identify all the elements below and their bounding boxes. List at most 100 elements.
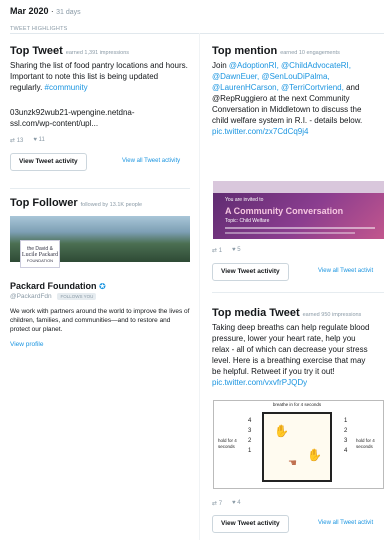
top-follower-title: Top Follower followed by 13.1K people	[10, 197, 142, 209]
mention-line1: Join @AdoptionRI, @ChildAdvocateRI,	[212, 60, 384, 71]
top-media-impressions: earned 950 impressions	[302, 312, 362, 318]
top-media-title: Top media Tweet earned 950 impressions	[212, 307, 361, 319]
column-divider	[199, 33, 200, 540]
follower-bio: We work with partners around the world t…	[10, 308, 190, 333]
count-2: 2	[344, 428, 348, 434]
count-3: 3	[344, 438, 348, 444]
mention-line5: Conversation in Middletown to discuss th…	[212, 105, 362, 114]
illus-right-count: 1 2 3 4	[344, 416, 347, 456]
mention-retweet-value: 1	[218, 248, 223, 254]
hand-icon: ✋	[307, 448, 322, 462]
retweet-count: ⇄ 13	[10, 137, 23, 144]
view-all-tweet-activity-link[interactable]: View all Tweet activity	[122, 158, 180, 164]
top-mention-title: Top mention earned 10 engagements	[212, 45, 340, 57]
illus-top-caption: breathe in for 4 seconds	[272, 402, 322, 407]
illus-left-caption: hold for 4 seconds	[218, 438, 237, 449]
period-days: 31 days	[56, 9, 81, 16]
media-line2: pressure, lower your heart rate, help yo…	[212, 334, 356, 343]
top-mention-engagements: earned 10 engagements	[280, 50, 340, 56]
media-line4: level. Here is a breathing exercise that…	[212, 356, 366, 365]
period-month: Mar 2020	[10, 6, 49, 16]
mention-join: Join	[212, 61, 229, 70]
breathing-square: ✋ ✋ ☚	[262, 412, 332, 482]
section-divider-right	[212, 292, 384, 293]
heart-icon: ♥	[232, 500, 236, 506]
community-conversation-image[interactable]: You are invited to A Community Conversat…	[213, 181, 384, 239]
follower-handle-row: @PackardFdn FOLLOWS YOU	[10, 293, 97, 300]
mention-line4: @RepRuggiero at the next Community	[212, 94, 350, 103]
like-count: ♥ 11	[33, 137, 44, 144]
promo-invited: You are invited to	[225, 197, 264, 203]
mention-retweet-count: ⇄ 1	[212, 247, 222, 254]
top-tweet-body: Sharing the list of food pantry location…	[10, 61, 188, 92]
view-tweet-activity-button[interactable]: View Tweet activity	[10, 153, 87, 171]
top-tweet-impressions: earned 1,391 impressions	[65, 50, 130, 56]
media-stats: ⇄ 7 ♥ 4	[212, 500, 241, 507]
count-4: 4	[344, 448, 348, 454]
media-view-tweet-activity-button[interactable]: View Tweet activity	[212, 515, 289, 533]
logo-line3: FOUNDATION	[26, 257, 54, 263]
period-sep: ·	[48, 6, 57, 16]
heart-icon: ♥	[33, 137, 37, 143]
media-pic-link[interactable]: pic.twitter.com/vxvfrPJQDy	[212, 378, 307, 387]
mention-view-tweet-activity-button[interactable]: View Tweet activity	[212, 263, 289, 281]
top-follower-title-text: Top Follower	[10, 197, 78, 209]
like-value: 11	[38, 137, 45, 143]
media-like-value: 4	[237, 500, 241, 506]
media-retweet-count: ⇄ 7	[212, 500, 222, 507]
mention-pic-link[interactable]: pic.twitter.com/zx7CdCq9j4	[212, 127, 308, 136]
follower-handle: @PackardFdn	[10, 293, 52, 300]
illus-right-caption: hold for 4 seconds	[356, 438, 375, 449]
promo-top-strip	[213, 181, 384, 193]
retweet-value: 13	[16, 138, 24, 144]
packard-logo-avatar[interactable]: the David & Lucile Packard FOUNDATION	[20, 240, 60, 268]
mention-view-all-link[interactable]: View all Tweet activit	[318, 268, 373, 274]
highlights-label: TWEET HIGHLIGHTS	[10, 26, 68, 32]
top-tweet-title: Top Tweet earned 1,391 impressions	[10, 45, 129, 57]
count-3: 3	[248, 428, 252, 434]
promo-topic: Topic: Child Welfare	[225, 218, 270, 224]
hashtag-community-link[interactable]: #community	[45, 83, 88, 92]
top-follower-followers: followed by 13.1K people	[80, 202, 143, 208]
top-mention-text: Join @AdoptionRI, @ChildAdvocateRI, @Daw…	[212, 60, 384, 137]
follower-name-text: Packard Foundation	[10, 281, 97, 291]
top-media-title-text: Top media Tweet	[212, 307, 300, 319]
media-line5: be helpful. Retweet if you try it out!	[212, 367, 335, 376]
top-tweet-url-line2[interactable]: ssl.com/wp-content/upl...	[10, 118, 98, 129]
media-view-all-link[interactable]: View all Tweet activit	[318, 520, 373, 526]
mention-handles-3[interactable]: @LaurenHCarson, @TerriCortvriend,	[212, 83, 344, 92]
follows-you-badge: FOLLOWS YOU	[57, 293, 97, 300]
follower-name[interactable]: Packard Foundation ✪	[10, 281, 106, 291]
top-tweet-url-line1[interactable]: 03unzk92wub21-wpengine.netdna-	[10, 107, 135, 118]
mention-and: and	[343, 83, 360, 92]
mention-handles-1[interactable]: @AdoptionRI, @ChildAdvocateRI,	[229, 61, 351, 70]
mention-like-value: 5	[237, 247, 241, 253]
media-line3: relax - all of which can decrease your s…	[212, 345, 368, 354]
period-header: Mar 2020 · 31 days	[10, 6, 81, 16]
top-media-text: Taking deep breaths can help regulate bl…	[212, 322, 384, 388]
media-like-count: ♥ 4	[232, 500, 241, 507]
top-mention-title-text: Top mention	[212, 45, 278, 57]
hand-icon: ☚	[288, 458, 297, 469]
retweet-icon: ⇄	[212, 501, 218, 507]
promo-title: A Community Conversation	[225, 206, 344, 216]
view-profile-link[interactable]: View profile	[10, 341, 43, 348]
top-tweet-stats: ⇄ 13 ♥ 11	[10, 137, 45, 144]
mention-line6: child welfare system in R.I. - details b…	[212, 116, 363, 125]
retweet-icon: ⇄	[212, 248, 218, 254]
mention-like-count: ♥ 5	[232, 247, 241, 254]
count-1: 1	[344, 418, 348, 424]
promo-text-lines	[225, 227, 375, 229]
promo-text-lines-2	[225, 232, 355, 234]
mention-stats: ⇄ 1 ♥ 5	[212, 247, 241, 254]
section-divider	[10, 188, 190, 189]
count-4: 4	[248, 418, 252, 424]
top-tweet-title-text: Top Tweet	[10, 45, 63, 57]
header-divider	[10, 33, 384, 34]
count-2: 2	[248, 438, 252, 444]
hand-icon: ✋	[274, 424, 289, 438]
retweet-icon: ⇄	[10, 138, 16, 144]
mention-handles-2[interactable]: @DawnEuer, @SenLouDiPalma,	[212, 72, 330, 81]
media-retweet-value: 7	[218, 501, 223, 507]
illus-left-count: 4 3 2 1	[248, 416, 251, 456]
